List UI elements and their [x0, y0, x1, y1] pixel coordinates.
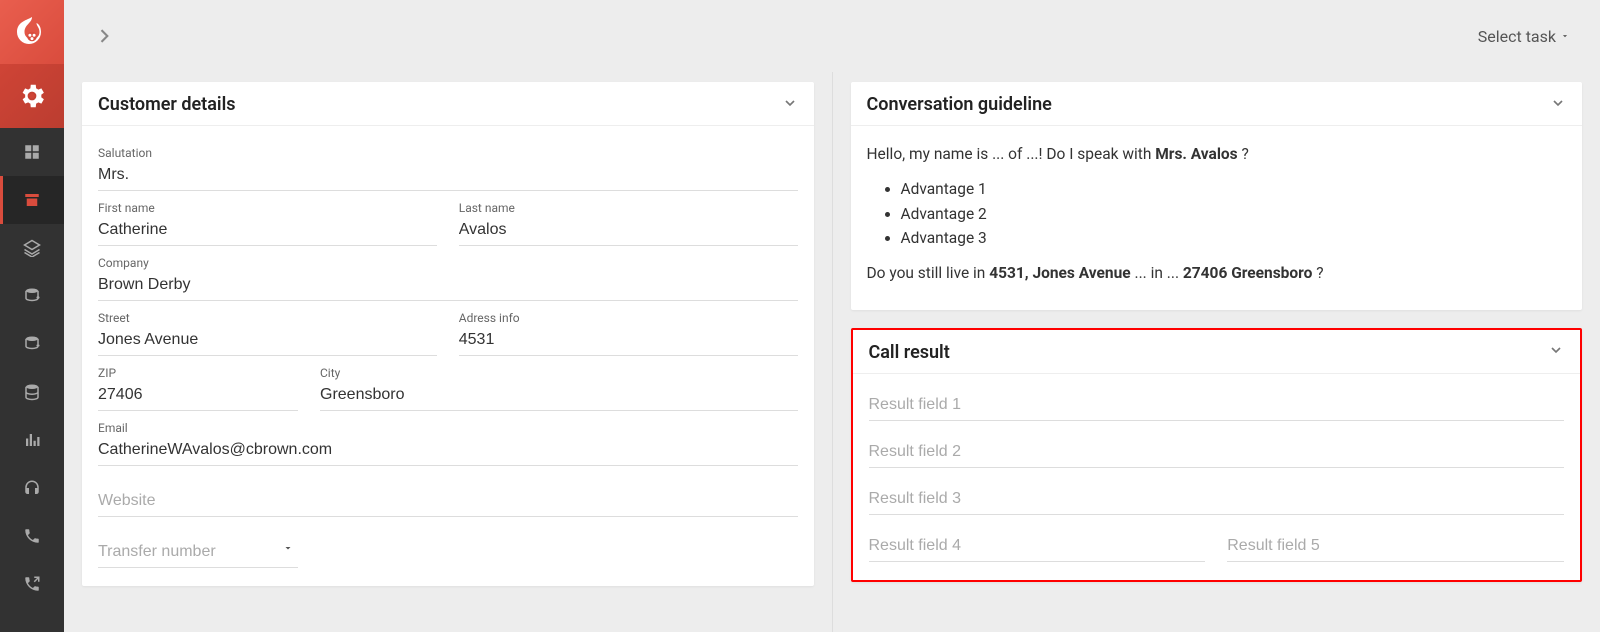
collapse-toggle[interactable] [1548, 342, 1564, 362]
last-name-field[interactable] [459, 217, 798, 246]
collapse-toggle[interactable] [1550, 95, 1566, 115]
label-salutation: Salutation [98, 146, 798, 160]
list-item: Advantage 2 [901, 202, 1567, 227]
label-zip: ZIP [98, 366, 298, 380]
chevron-down-icon [1548, 342, 1564, 358]
list-item: Advantage 1 [901, 177, 1567, 202]
customer-details-title: Customer details [98, 94, 236, 115]
label-email: Email [98, 421, 798, 435]
guideline-advantages: Advantage 1 Advantage 2 Advantage 3 [889, 177, 1567, 251]
call-result-title: Call result [869, 342, 950, 363]
sidebar-item-db[interactable] [0, 368, 64, 416]
guideline-intro: Hello, my name is ... of ...! Do I speak… [867, 142, 1567, 167]
phone-out-icon [23, 575, 41, 593]
customer-details-card: Customer details Salutation First name [82, 82, 814, 586]
database-plus-icon [23, 287, 41, 305]
result-field-3[interactable] [869, 486, 1565, 515]
database-icon [23, 383, 41, 401]
label-address-info: Adress info [459, 311, 798, 325]
transfer-number-select[interactable] [98, 539, 298, 568]
chevron-down-icon [782, 95, 798, 111]
sidebar-item-phone[interactable] [0, 512, 64, 560]
conversation-guideline-card: Conversation guideline Hello, my name is… [851, 82, 1583, 310]
sidebar-item-headset[interactable] [0, 464, 64, 512]
sidebar-item-db-plus[interactable] [0, 272, 64, 320]
sidebar-item-db-minus[interactable] [0, 320, 64, 368]
chevron-right-icon [94, 26, 114, 46]
sidebar-item-phone-out[interactable] [0, 560, 64, 608]
bar-chart-icon [23, 431, 41, 449]
grid-icon [23, 143, 41, 161]
guideline-address: Do you still live in 4531, Jones Avenue … [867, 261, 1567, 286]
collapse-toggle[interactable] [782, 95, 798, 115]
city-field[interactable] [320, 382, 798, 411]
phone-icon [23, 527, 41, 545]
zip-field[interactable] [98, 382, 298, 411]
select-task-dropdown[interactable]: Select task [1478, 27, 1576, 46]
guideline-title: Conversation guideline [867, 94, 1052, 115]
result-field-2[interactable] [869, 439, 1565, 468]
gear-icon [17, 81, 47, 111]
label-company: Company [98, 256, 798, 270]
result-field-1[interactable] [869, 392, 1565, 421]
archive-icon [23, 191, 41, 209]
label-last-name: Last name [459, 201, 798, 215]
breadcrumb-back[interactable] [88, 20, 120, 52]
email-field[interactable] [98, 437, 798, 466]
salutation-field[interactable] [98, 162, 798, 191]
headset-icon [23, 479, 41, 497]
call-result-card: Call result [851, 328, 1583, 582]
website-field[interactable] [98, 488, 798, 517]
sidebar-item-dashboard[interactable] [0, 128, 64, 176]
database-minus-icon [23, 335, 41, 353]
settings-tile[interactable] [0, 64, 64, 128]
label-street: Street [98, 311, 437, 325]
transfer-number-field[interactable] [98, 539, 298, 568]
result-field-4[interactable] [869, 533, 1206, 562]
result-field-5[interactable] [1227, 533, 1564, 562]
first-name-field[interactable] [98, 217, 437, 246]
layers-icon [23, 239, 41, 257]
app-logo-tile[interactable] [0, 0, 64, 64]
select-task-label: Select task [1478, 27, 1556, 46]
address-info-field[interactable] [459, 327, 798, 356]
company-field[interactable] [98, 272, 798, 301]
sidebar [0, 0, 64, 632]
topbar: Select task [64, 0, 1600, 72]
label-city: City [320, 366, 798, 380]
flame-logo-icon [14, 14, 50, 50]
chevron-down-icon [1550, 95, 1566, 111]
sidebar-item-stats[interactable] [0, 416, 64, 464]
sidebar-item-archive[interactable] [0, 176, 64, 224]
sidebar-item-layers[interactable] [0, 224, 64, 272]
list-item: Advantage 3 [901, 226, 1567, 251]
caret-down-icon [1560, 31, 1570, 41]
label-first-name: First name [98, 201, 437, 215]
street-field[interactable] [98, 327, 437, 356]
